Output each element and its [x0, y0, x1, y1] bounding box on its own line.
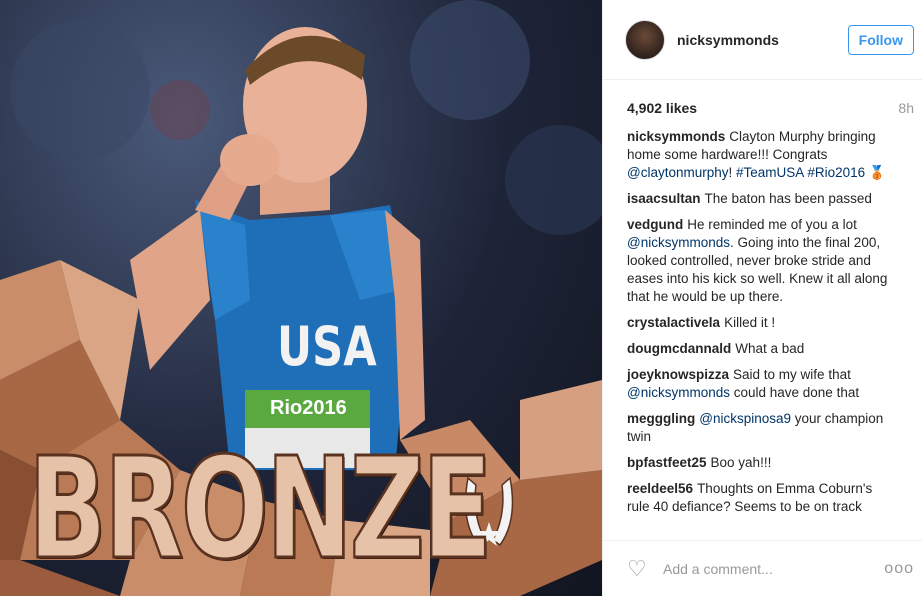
post-header: nicksymmonds Follow	[603, 0, 922, 80]
comment-username[interactable]: megggling	[627, 411, 695, 426]
instagram-post: USA Rio2016 BRONZE nicksymmonds Follow 4…	[0, 0, 922, 596]
hashtag-link[interactable]: #Rio2016	[807, 165, 865, 180]
post-footer: ♡ Add a comment... ooo	[603, 540, 922, 596]
comment-item: dougmcdannald What a bad	[627, 340, 898, 358]
post-meta: 4,902 likes 8h	[603, 80, 922, 128]
post-photo[interactable]: USA Rio2016 BRONZE	[0, 0, 602, 596]
follow-button[interactable]: Follow	[847, 24, 914, 55]
comment-item: isaacsultan The baton has been passed	[627, 190, 898, 208]
comment-username[interactable]: joeyknowspizza	[627, 367, 729, 382]
comment-item: joeyknowspizza Said to my wife that @nick…	[627, 366, 898, 402]
avatar[interactable]	[625, 19, 665, 60]
comment-text: 🥉	[865, 165, 886, 180]
heart-icon[interactable]: ♡	[627, 556, 653, 582]
add-comment-input[interactable]: Add a comment...	[663, 561, 884, 577]
comment-text: What a bad	[735, 341, 805, 356]
comment-username[interactable]: isaacsultan	[627, 191, 701, 206]
comment-item: vedgund He reminded me of you a lot @nick…	[627, 216, 898, 306]
comment-username[interactable]: reeldeel56	[627, 481, 693, 496]
comment-text: The baton has been passed	[704, 191, 872, 206]
comment-text: Said to my wife that	[733, 367, 851, 382]
more-options-icon[interactable]: ooo	[884, 560, 914, 578]
comment-username[interactable]: crystalactivela	[627, 315, 720, 330]
comment-username[interactable]: dougmcdannald	[627, 341, 731, 356]
comment-text: !	[728, 165, 737, 180]
bronze-overlay-text: BRONZE	[27, 428, 494, 591]
comment-list: nicksymmonds Clayton Murphy bringing home…	[603, 128, 922, 540]
post-sidebar: nicksymmonds Follow 4,902 likes 8h nicks…	[602, 0, 922, 596]
post-time[interactable]: 8h	[898, 100, 914, 116]
comment-text: Killed it !	[724, 315, 776, 330]
header-username[interactable]: nicksymmonds	[677, 32, 848, 48]
bib-text: Rio2016	[270, 397, 347, 419]
comment-username[interactable]: vedgund	[627, 217, 683, 232]
comment-username[interactable]: nicksymmonds	[627, 129, 725, 144]
comment-item: nicksymmonds Clayton Murphy bringing home…	[627, 128, 898, 182]
mention-link[interactable]: @nicksymmonds	[627, 235, 730, 250]
comment-item: crystalactivela Killed it !	[627, 314, 898, 332]
mention-link[interactable]: @nickspinosa9	[699, 411, 791, 426]
jersey-text: USA	[277, 315, 377, 378]
mention-link[interactable]: @claytonmurphy	[627, 165, 729, 180]
likes-count[interactable]: 4,902 likes	[627, 100, 697, 116]
comment-text: Boo yah!!!	[710, 455, 772, 470]
comment-text: He reminded me of you a lot	[687, 217, 857, 232]
hashtag-link[interactable]: #TeamUSA	[736, 165, 804, 180]
comment-item: megggling @nickspinosa9 your champion twi…	[627, 410, 898, 446]
comment-item: bpfastfeet25 Boo yah!!!	[627, 454, 898, 472]
comment-text: could have done that	[729, 385, 860, 400]
mention-link[interactable]: @nicksymmonds	[627, 385, 730, 400]
comment-username[interactable]: bpfastfeet25	[627, 455, 707, 470]
comment-item: reeldeel56 Thoughts on Emma Coburn's rule…	[627, 480, 898, 516]
